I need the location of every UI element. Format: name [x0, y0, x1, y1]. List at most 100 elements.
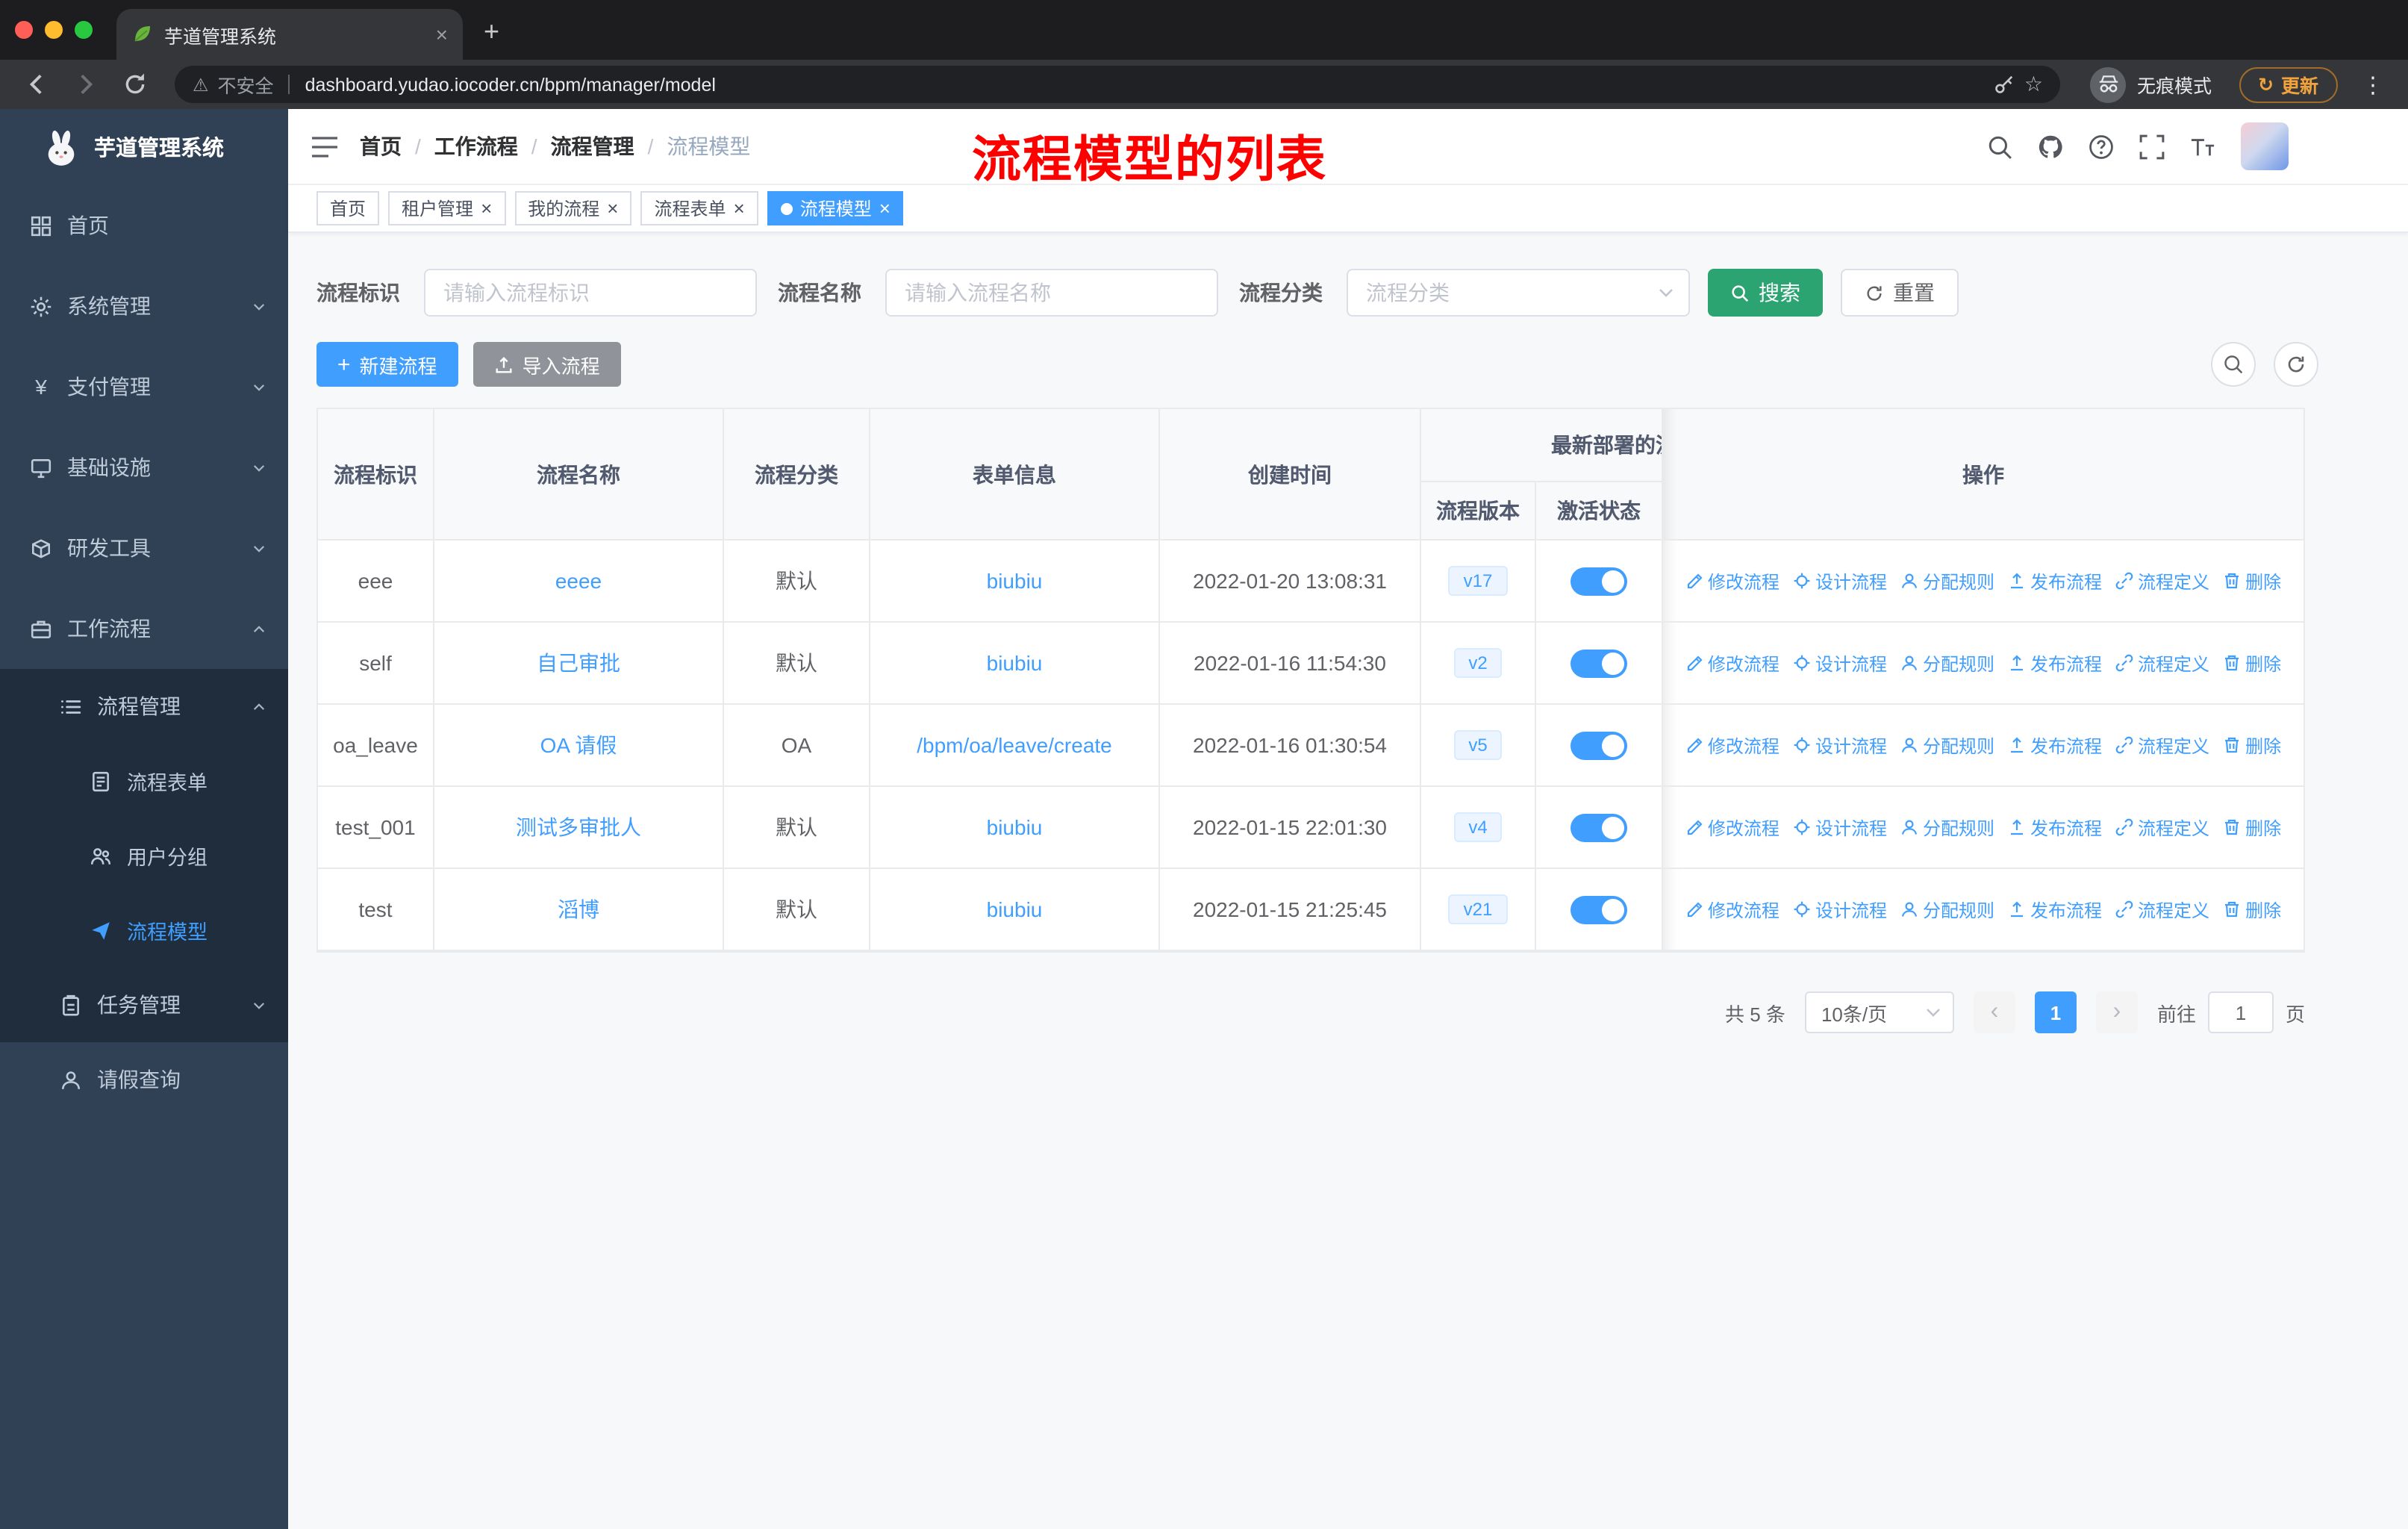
fullscreen-icon[interactable] — [2139, 134, 2165, 159]
font-size-icon[interactable] — [2190, 134, 2215, 159]
action-definition-link[interactable]: 流程定义 — [2115, 650, 2209, 676]
action-edit-link[interactable]: 修改流程 — [1685, 732, 1780, 758]
action-publish-link[interactable]: 发布流程 — [2008, 650, 2102, 676]
tab-close-icon[interactable]: × — [436, 22, 448, 46]
action-design-link[interactable]: 设计流程 — [1793, 732, 1887, 758]
page-size-select[interactable]: 10条/页 — [1804, 991, 1954, 1033]
action-edit-link[interactable]: 修改流程 — [1685, 815, 1780, 840]
github-icon[interactable] — [2038, 134, 2063, 159]
sidebar-item-process-model[interactable]: 流程模型 — [0, 893, 288, 968]
browser-tab[interactable]: 芋道管理系统 × — [116, 9, 463, 60]
action-edit-link[interactable]: 修改流程 — [1685, 568, 1780, 594]
process-name-input[interactable] — [885, 269, 1218, 317]
refresh-table-button[interactable] — [2274, 342, 2318, 387]
process-name-link[interactable]: 测试多审批人 — [516, 812, 641, 842]
action-assign-rule-link[interactable]: 分配规则 — [1900, 815, 1994, 840]
action-edit-link[interactable]: 修改流程 — [1685, 650, 1780, 676]
process-name-link[interactable]: OA 请假 — [540, 730, 617, 760]
process-name-link[interactable]: 滔博 — [558, 894, 599, 924]
tag-close-icon[interactable]: × — [734, 199, 745, 218]
form-info-link[interactable]: biubiu — [987, 651, 1043, 675]
action-delete-link[interactable]: 删除 — [2223, 650, 2281, 676]
action-assign-rule-link[interactable]: 分配规则 — [1900, 732, 1994, 758]
sidebar-item-system[interactable]: 系统管理 — [0, 266, 288, 346]
search-button[interactable]: 搜索 — [1708, 269, 1823, 317]
bookmark-star-icon[interactable]: ☆ — [2024, 72, 2043, 97]
breadcrumb-workflow[interactable]: 工作流程 — [402, 131, 518, 161]
action-publish-link[interactable]: 发布流程 — [2008, 897, 2102, 922]
action-delete-link[interactable]: 删除 — [2223, 732, 2281, 758]
form-info-link[interactable]: biubiu — [987, 897, 1043, 921]
window-close-button[interactable] — [15, 21, 33, 39]
create-process-button[interactable]: + 新建流程 — [316, 342, 458, 387]
action-design-link[interactable]: 设计流程 — [1793, 568, 1887, 594]
form-info-link[interactable]: biubiu — [987, 569, 1043, 593]
address-bar[interactable]: ⚠ 不安全 dashboard.yudao.iocoder.cn/bpm/man… — [175, 66, 2061, 103]
action-assign-rule-link[interactable]: 分配规则 — [1900, 568, 1994, 594]
window-minimize-button[interactable] — [45, 21, 63, 39]
action-edit-link[interactable]: 修改流程 — [1685, 897, 1780, 922]
reset-button[interactable]: 重置 — [1841, 269, 1959, 317]
tag-home[interactable]: 首页 — [316, 191, 380, 225]
action-definition-link[interactable]: 流程定义 — [2115, 732, 2209, 758]
action-delete-link[interactable]: 删除 — [2223, 568, 2281, 594]
action-assign-rule-link[interactable]: 分配规则 — [1900, 650, 1994, 676]
sidebar-collapse-icon[interactable] — [311, 134, 339, 159]
sidebar-item-task-management[interactable]: 任务管理 — [0, 968, 288, 1042]
action-publish-link[interactable]: 发布流程 — [2008, 568, 2102, 594]
form-info-link[interactable]: biubiu — [987, 815, 1043, 839]
active-toggle[interactable] — [1570, 649, 1627, 677]
tag-close-icon[interactable]: × — [481, 199, 492, 218]
tag-my-process[interactable]: 我的流程 × — [514, 191, 632, 225]
tag-process-model[interactable]: 流程模型 × — [767, 191, 904, 225]
active-toggle[interactable] — [1570, 567, 1627, 595]
sidebar-item-leave-query[interactable]: 请假查询 — [0, 1042, 288, 1117]
active-toggle[interactable] — [1570, 731, 1627, 759]
forward-icon[interactable] — [73, 72, 99, 97]
update-button[interactable]: ↻ 更新 — [2239, 66, 2338, 102]
sidebar-item-process-form[interactable]: 流程表单 — [0, 744, 288, 818]
sidebar-item-payment[interactable]: ¥ 支付管理 — [0, 346, 288, 427]
toggle-search-button[interactable] — [2211, 342, 2256, 387]
action-design-link[interactable]: 设计流程 — [1793, 815, 1887, 840]
page-number-current[interactable]: 1 — [2034, 991, 2077, 1033]
breadcrumb-process-management[interactable]: 流程管理 — [518, 131, 634, 161]
sidebar-item-devtools[interactable]: 研发工具 — [0, 508, 288, 588]
breadcrumb-home[interactable]: 首页 — [360, 131, 402, 161]
sidebar-item-infra[interactable]: 基础设施 — [0, 427, 288, 508]
action-publish-link[interactable]: 发布流程 — [2008, 732, 2102, 758]
action-publish-link[interactable]: 发布流程 — [2008, 815, 2102, 840]
action-delete-link[interactable]: 删除 — [2223, 815, 2281, 840]
sidebar-item-user-group[interactable]: 用户分组 — [0, 818, 288, 893]
tag-close-icon[interactable]: × — [607, 199, 618, 218]
key-icon[interactable] — [1993, 73, 2015, 96]
form-info-link[interactable]: /bpm/oa/leave/create — [917, 733, 1112, 757]
action-design-link[interactable]: 设计流程 — [1793, 650, 1887, 676]
active-toggle[interactable] — [1570, 813, 1627, 841]
action-design-link[interactable]: 设计流程 — [1793, 897, 1887, 922]
process-key-input[interactable] — [424, 269, 757, 317]
back-icon[interactable] — [24, 72, 49, 97]
action-definition-link[interactable]: 流程定义 — [2115, 568, 2209, 594]
process-name-link[interactable]: eeee — [555, 569, 602, 593]
import-process-button[interactable]: 导入流程 — [472, 342, 621, 387]
browser-menu-icon[interactable]: ⋮ — [2353, 71, 2393, 98]
goto-page-input[interactable] — [2207, 991, 2274, 1033]
reload-icon[interactable] — [122, 72, 148, 97]
sidebar-item-workflow[interactable]: 工作流程 — [0, 588, 288, 669]
user-avatar[interactable] — [2241, 122, 2289, 170]
tag-process-form[interactable]: 流程表单 × — [640, 191, 758, 225]
next-page-button[interactable]: › — [2095, 991, 2138, 1033]
sidebar-item-process-management[interactable]: 流程管理 — [0, 669, 288, 744]
window-zoom-button[interactable] — [75, 21, 93, 39]
tag-close-icon[interactable]: × — [879, 199, 890, 218]
new-tab-button[interactable]: + — [484, 16, 499, 48]
process-name-link[interactable]: 自己审批 — [537, 648, 620, 678]
action-definition-link[interactable]: 流程定义 — [2115, 897, 2209, 922]
action-definition-link[interactable]: 流程定义 — [2115, 815, 2209, 840]
prev-page-button[interactable]: ‹ — [1973, 991, 2015, 1033]
process-category-select[interactable]: 流程分类 — [1347, 269, 1690, 317]
tag-tenant[interactable]: 租户管理 × — [388, 191, 506, 225]
help-icon[interactable] — [2089, 134, 2114, 159]
sidebar-item-home[interactable]: 首页 — [0, 185, 288, 266]
